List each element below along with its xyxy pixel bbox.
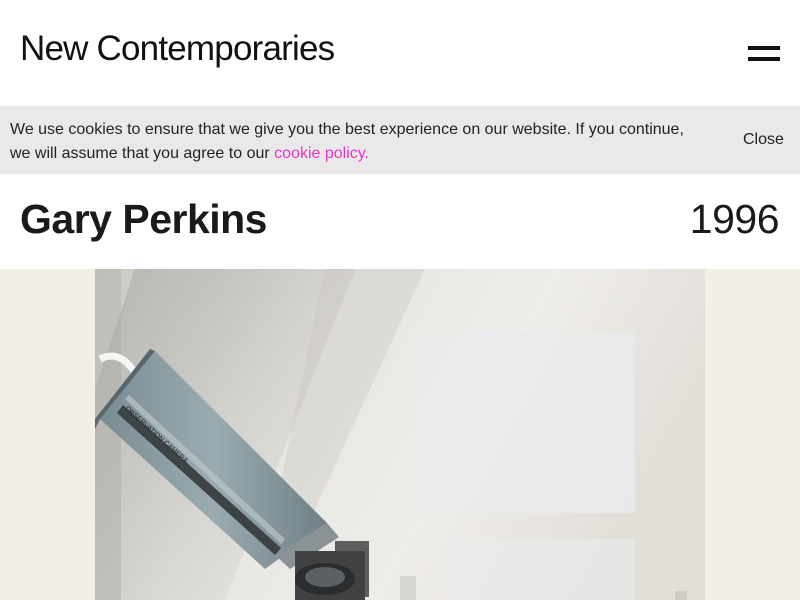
artist-name: Gary Perkins bbox=[20, 196, 268, 242]
cookie-close-button[interactable]: Close bbox=[743, 128, 784, 152]
artwork-stage: OBSERVATION CAMERA bbox=[0, 269, 800, 600]
site-logo[interactable]: New Contemporaries bbox=[20, 28, 335, 70]
cookie-policy-link[interactable]: cookie policy. bbox=[274, 145, 369, 162]
menu-button[interactable] bbox=[746, 44, 782, 64]
artist-heading: Gary Perkins 1996 bbox=[0, 174, 800, 269]
cookie-message: We use cookies to ensure that we give yo… bbox=[10, 118, 700, 166]
artwork-image: OBSERVATION CAMERA bbox=[95, 269, 705, 600]
menu-bar-bottom bbox=[748, 57, 780, 61]
cookie-banner: We use cookies to ensure that we give yo… bbox=[0, 106, 800, 174]
site-header: New Contemporaries bbox=[0, 0, 800, 106]
artist-year: 1996 bbox=[689, 196, 780, 242]
menu-bar-top bbox=[748, 46, 780, 50]
